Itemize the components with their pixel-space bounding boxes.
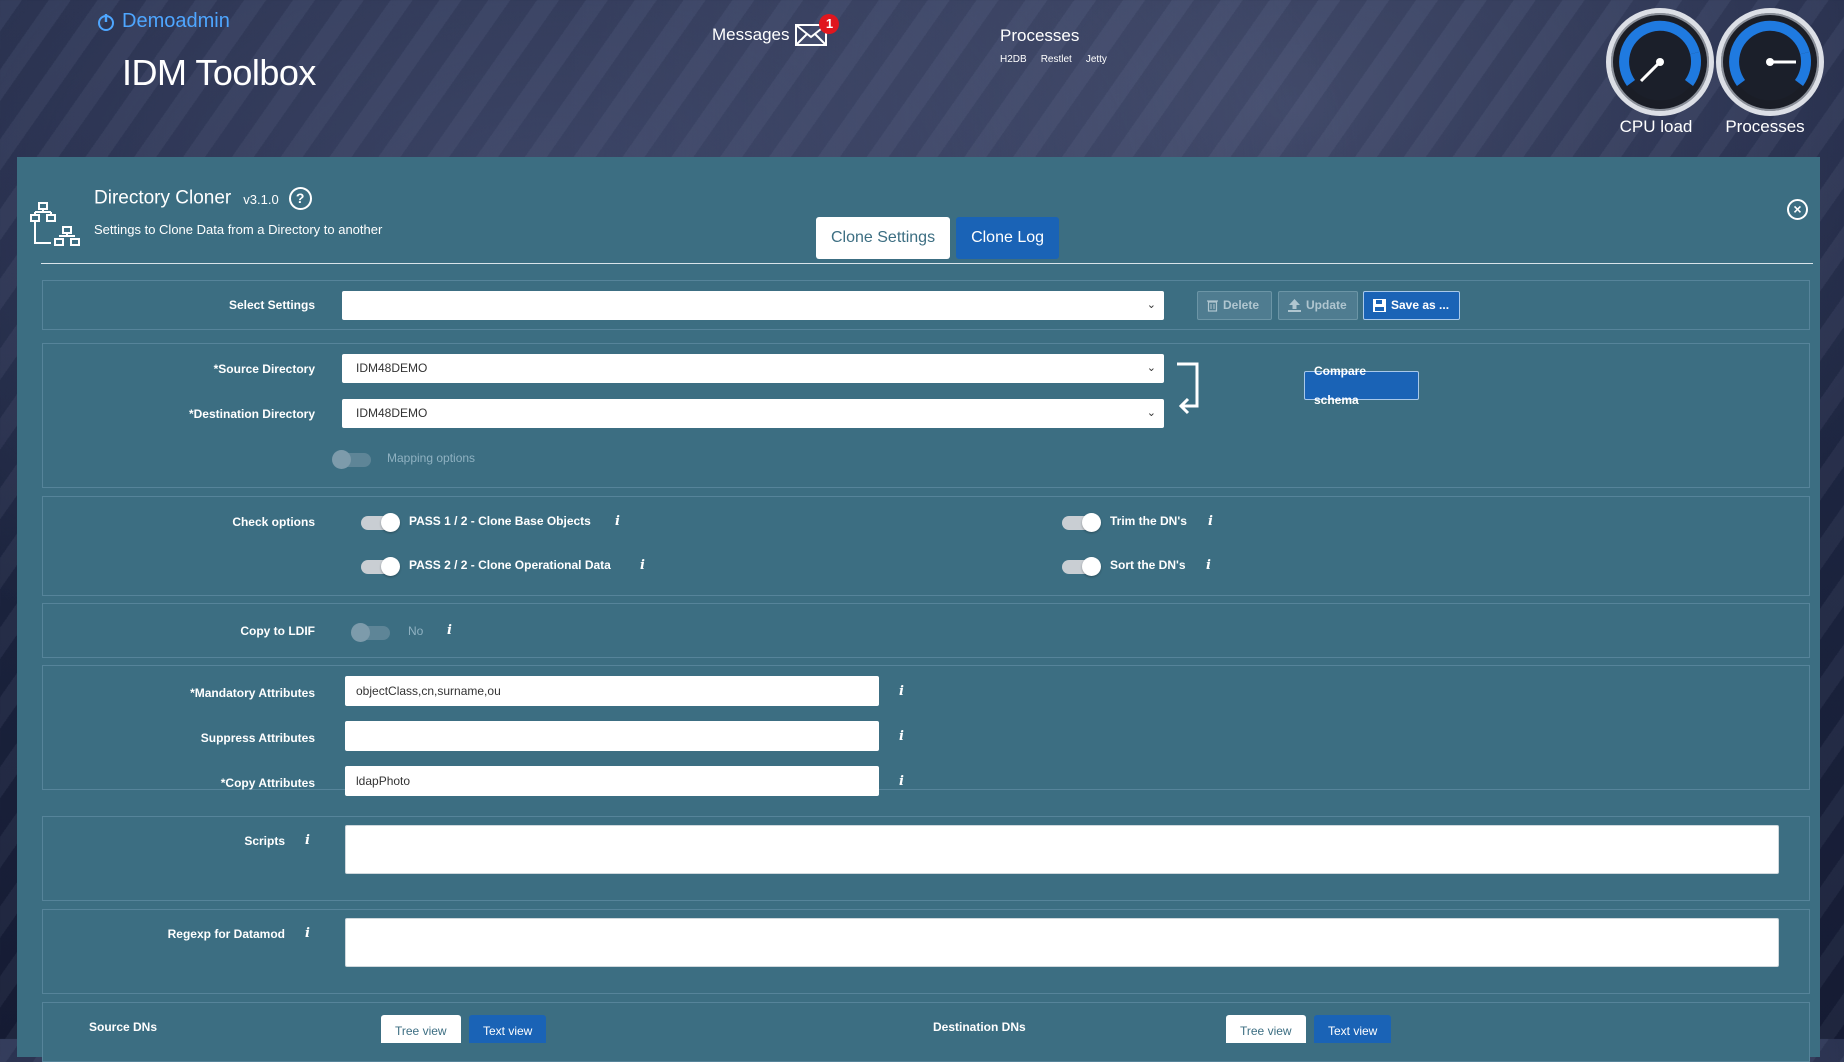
swap-directions-icon[interactable] bbox=[1175, 362, 1205, 421]
settings-select[interactable]: ⌄ bbox=[342, 291, 1164, 320]
pass1-toggle[interactable] bbox=[361, 513, 400, 532]
source-directory-select[interactable]: IDM48DEMO ⌄ bbox=[342, 354, 1164, 383]
tab-clone-settings[interactable]: Clone Settings bbox=[816, 217, 951, 259]
regexp-textarea[interactable] bbox=[345, 918, 1779, 967]
chevron-down-icon: ⌄ bbox=[1146, 407, 1156, 419]
process-jetty: Jetty bbox=[1085, 54, 1107, 65]
module-name: Directory Cloner bbox=[94, 187, 232, 209]
module-tabs: Clone Settings Clone Log bbox=[816, 217, 1060, 259]
directory-tree-icon bbox=[29, 201, 81, 256]
mapping-options-label: Mapping options bbox=[387, 451, 476, 465]
divider bbox=[41, 263, 1813, 264]
process-restlet: Restlet bbox=[1040, 54, 1072, 65]
sort-dns-toggle[interactable] bbox=[1062, 557, 1101, 576]
processes-title: Processes bbox=[1000, 26, 1080, 45]
module-version: v3.1.0 bbox=[243, 191, 279, 207]
copy-attributes-input[interactable]: ldapPhoto bbox=[345, 766, 879, 796]
info-icon[interactable]: i bbox=[305, 833, 310, 848]
info-icon[interactable]: i bbox=[1208, 514, 1213, 529]
copy-to-ldif-toggle[interactable] bbox=[351, 623, 390, 642]
messages-label: Messages bbox=[712, 25, 790, 44]
user-menu[interactable]: Demoadmin bbox=[96, 10, 230, 33]
destination-directory-select[interactable]: IDM48DEMO ⌄ bbox=[342, 399, 1164, 428]
ldif-section: Copy to LDIF No i bbox=[42, 603, 1810, 658]
directories-section: *Source Directory IDM48DEMO ⌄ *Destinatio… bbox=[42, 343, 1810, 488]
cpu-load-label: CPU load bbox=[1619, 117, 1693, 136]
settings-section: Select Settings ⌄ Delete Update Save as … bbox=[42, 280, 1810, 330]
sort-dns-label: Sort the DN's bbox=[1110, 558, 1186, 572]
scripts-label: Scripts bbox=[244, 834, 285, 848]
username: Demoadmin bbox=[122, 10, 230, 32]
info-icon[interactable]: i bbox=[615, 514, 620, 529]
power-icon bbox=[98, 13, 114, 31]
scripts-section: Scripts i bbox=[42, 816, 1810, 901]
save-as-button[interactable]: Save as ... bbox=[1363, 291, 1460, 320]
pass2-toggle[interactable] bbox=[361, 557, 400, 576]
directory-cloner-panel: Directory Cloner v3.1.0? Settings to Clon… bbox=[17, 157, 1820, 1062]
envelope-icon: 1 bbox=[795, 14, 840, 46]
info-icon[interactable]: i bbox=[305, 926, 310, 941]
trim-dns-toggle[interactable] bbox=[1062, 513, 1101, 532]
module-subtitle: Settings to Clone Data from a Directory … bbox=[94, 222, 383, 237]
source-dns-label: Source DNs bbox=[89, 1020, 158, 1034]
copy-to-ldif-value: No bbox=[408, 624, 424, 638]
close-icon[interactable]: × bbox=[1787, 199, 1808, 220]
process-h2db: H2DB bbox=[1000, 54, 1027, 65]
select-settings-label: Select Settings bbox=[228, 298, 315, 312]
copy-to-ldif-label: Copy to LDIF bbox=[240, 624, 315, 638]
pass1-label: PASS 1 / 2 - Clone Base Objects bbox=[409, 514, 591, 528]
processes-gauge bbox=[1716, 8, 1824, 116]
delete-button[interactable]: Delete bbox=[1197, 291, 1272, 320]
attributes-section: *Mandatory Attributes objectClass,cn,sur… bbox=[42, 665, 1810, 796]
processes-status: Processes H2DB Restlet Jetty bbox=[1000, 26, 1107, 65]
update-button[interactable]: Update bbox=[1278, 291, 1358, 320]
scripts-textarea[interactable] bbox=[345, 825, 1779, 874]
pass2-label: PASS 2 / 2 - Clone Operational Data bbox=[409, 558, 611, 572]
info-icon[interactable]: i bbox=[447, 623, 452, 638]
check-options-section: Check options PASS 1 / 2 - Clone Base Ob… bbox=[42, 496, 1810, 596]
suppress-attributes-input[interactable] bbox=[345, 721, 879, 751]
info-icon[interactable]: i bbox=[640, 558, 645, 573]
messages-badge: 1 bbox=[819, 14, 840, 34]
floppy-icon bbox=[1373, 299, 1386, 312]
regexp-label: Regexp for Datamod bbox=[167, 927, 285, 941]
trim-dns-label: Trim the DN's bbox=[1110, 514, 1187, 528]
destination-dns-label: Destination DNs bbox=[933, 1020, 1026, 1034]
mapping-options-toggle[interactable] bbox=[332, 450, 371, 469]
info-icon[interactable]: i bbox=[899, 684, 904, 699]
chevron-down-icon: ⌄ bbox=[1146, 362, 1156, 374]
tab-clone-log[interactable]: Clone Log bbox=[956, 217, 1060, 259]
suppress-attributes-label: Suppress Attributes bbox=[200, 731, 315, 745]
app-title: IDM Toolbox bbox=[122, 52, 316, 93]
info-icon[interactable]: i bbox=[899, 729, 904, 744]
top-bar: Demoadmin IDM Toolbox Messages 1 Process… bbox=[0, 0, 1844, 157]
dns-section: Source DNs Tree view Text view Destinati… bbox=[42, 1002, 1810, 1062]
cpu-load-gauge bbox=[1606, 8, 1714, 116]
processes-gauge-label: Processes bbox=[1725, 117, 1805, 136]
copy-attributes-label: *Copy Attributes bbox=[220, 776, 315, 790]
regexp-section: Regexp for Datamod i bbox=[42, 909, 1810, 994]
trash-icon bbox=[1207, 300, 1218, 312]
mandatory-attributes-label: *Mandatory Attributes bbox=[190, 686, 315, 700]
source-directory-label: *Source Directory bbox=[213, 362, 315, 376]
module-title: Directory Cloner v3.1.0? bbox=[94, 187, 312, 210]
chevron-down-icon: ⌄ bbox=[1146, 299, 1156, 311]
delete-label: Delete bbox=[1223, 298, 1260, 312]
save-as-label: Save as ... bbox=[1391, 298, 1450, 312]
info-icon[interactable]: i bbox=[899, 774, 904, 789]
compare-schema-button[interactable]: Compare schema bbox=[1304, 364, 1419, 407]
destination-directory-label: *Destination Directory bbox=[188, 407, 315, 421]
compare-schema-label: Compare schema bbox=[1314, 363, 1367, 407]
upload-icon bbox=[1288, 299, 1301, 312]
help-icon[interactable]: ? bbox=[288, 187, 312, 210]
info-icon[interactable]: i bbox=[1206, 558, 1211, 573]
mandatory-attributes-input[interactable]: objectClass,cn,surname,ou bbox=[345, 676, 879, 706]
check-options-label: Check options bbox=[232, 515, 315, 529]
messages-link[interactable]: Messages 1 bbox=[712, 14, 840, 46]
update-label: Update bbox=[1306, 298, 1347, 312]
